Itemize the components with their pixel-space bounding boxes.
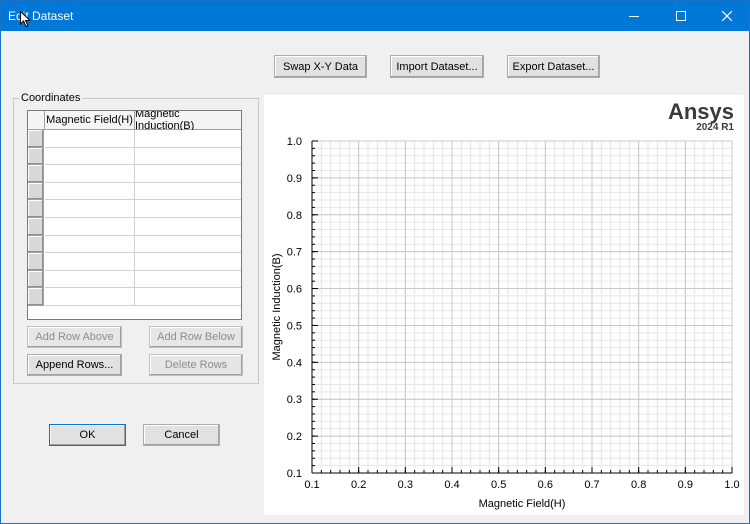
swap-xy-data-label: Swap X-Y Data <box>282 60 358 73</box>
y-axis-label: Magnetic Induction(B) <box>271 254 283 361</box>
y-tick-label: 0.4 <box>287 357 302 369</box>
window-title: Edit Dataset <box>8 9 74 23</box>
x-axis-label: Magnetic Field(H) <box>479 498 566 510</box>
close-icon <box>722 11 732 21</box>
delete-rows-button[interactable]: Delete Rows <box>149 354 243 376</box>
column-header-magnetic-induction[interactable]: Magnetic Induction(B) <box>135 111 241 132</box>
chart-panel: Ansys 2024 R1 0.1 0.2 0.3 0.4 0.5 0.6 0.7 0.8 0.… <box>264 95 744 515</box>
table-corner[interactable] <box>28 111 45 130</box>
y-tick-label: 1.0 <box>287 136 302 148</box>
cancel-button[interactable]: Cancel <box>143 424 220 446</box>
x-tick-label: 0.5 <box>491 479 506 491</box>
magnetic-induction-cell[interactable] <box>135 253 241 271</box>
magnetic-field-cell[interactable] <box>45 200 135 218</box>
magnetic-induction-cell[interactable] <box>135 235 241 254</box>
import-dataset-label: Import Dataset... <box>396 60 478 73</box>
x-tick-label: 0.8 <box>631 479 646 491</box>
y-tick-label: 0.8 <box>287 210 302 222</box>
x-tick-label: 0.6 <box>538 479 553 491</box>
delete-rows-label: Delete Rows <box>164 359 228 371</box>
y-tick-label: 0.7 <box>287 247 302 259</box>
magnetic-field-cell[interactable] <box>45 147 135 166</box>
swap-xy-data-button[interactable]: Swap X-Y Data <box>274 55 367 78</box>
coordinates-group-label: Coordinates <box>19 92 83 104</box>
column-header-magnetic-field[interactable]: Magnetic Field(H) <box>45 111 135 130</box>
ok-label: OK <box>79 429 96 441</box>
magnetic-induction-cell[interactable] <box>135 165 241 183</box>
magnetic-field-cell[interactable] <box>45 130 135 148</box>
row-header[interactable] <box>28 130 44 148</box>
maximize-icon <box>676 11 686 21</box>
logo-name: Ansys <box>667 99 734 124</box>
magnetic-induction-cell[interactable] <box>135 270 241 289</box>
y-tick-label: 0.1 <box>287 468 302 480</box>
magnetic-field-cell[interactable] <box>45 218 135 236</box>
minimize-icon <box>629 16 639 17</box>
magnetic-induction-cell[interactable] <box>135 182 241 201</box>
mouse-cursor-icon <box>20 11 31 27</box>
x-tick-label: 0.4 <box>444 479 459 491</box>
import-dataset-button[interactable]: Import Dataset... <box>390 55 484 78</box>
x-tick-label: 0.7 <box>584 479 599 491</box>
magnetic-induction-cell[interactable] <box>135 218 241 236</box>
magnetic-field-cell[interactable] <box>45 182 135 201</box>
coordinates-table[interactable]: Magnetic Field(H) Magnetic Induction(B) <box>27 110 242 320</box>
y-tick-label: 0.9 <box>287 173 302 185</box>
y-tick-label: 0.2 <box>287 431 302 443</box>
x-tick-label: 0.3 <box>398 479 413 491</box>
x-tick-label: 0.1 <box>304 479 319 491</box>
export-dataset-button[interactable]: Export Dataset... <box>507 55 600 78</box>
row-header[interactable] <box>28 182 44 201</box>
y-tick-label: 0.6 <box>287 284 302 296</box>
export-dataset-label: Export Dataset... <box>512 60 595 73</box>
y-tick-label: 0.3 <box>287 394 302 406</box>
y-tick-label: 0.5 <box>287 320 302 332</box>
add-row-below-label: Add Row Below <box>157 331 235 343</box>
row-header[interactable] <box>28 218 44 236</box>
magnetic-induction-cell[interactable] <box>135 288 241 306</box>
append-rows-label: Append Rows... <box>35 359 114 371</box>
maximize-button[interactable] <box>658 1 704 31</box>
magnetic-field-cell[interactable] <box>45 288 135 306</box>
add-row-above-button[interactable]: Add Row Above <box>27 326 122 348</box>
magnetic-field-cell[interactable] <box>45 235 135 254</box>
ok-button[interactable]: OK <box>49 424 126 446</box>
row-header[interactable] <box>28 253 44 271</box>
cancel-label: Cancel <box>164 429 199 441</box>
close-button[interactable] <box>704 1 750 31</box>
row-header[interactable] <box>28 270 44 289</box>
row-header[interactable] <box>28 288 44 306</box>
bh-curve-chart[interactable]: 0.1 0.2 0.3 0.4 0.5 0.6 0.7 0.8 0.9 1.0 0.1 0.2 0.3 0… <box>264 95 744 515</box>
minimize-button[interactable] <box>611 1 657 31</box>
logo-version: 2024 R1 <box>696 122 734 133</box>
row-header[interactable] <box>28 235 44 254</box>
row-header[interactable] <box>28 200 44 218</box>
x-tick-label: 1.0 <box>724 479 739 491</box>
title-bar[interactable]: Edit Dataset <box>1 1 749 31</box>
x-tick-label: 0.2 <box>351 479 366 491</box>
magnetic-induction-cell[interactable] <box>135 200 241 218</box>
magnetic-field-cell[interactable] <box>45 270 135 289</box>
add-row-below-button[interactable]: Add Row Below <box>149 326 243 348</box>
x-tick-label: 0.9 <box>678 479 693 491</box>
append-rows-button[interactable]: Append Rows... <box>27 354 122 376</box>
ansys-logo: Ansys 2024 R1 <box>668 101 734 133</box>
magnetic-field-cell[interactable] <box>45 253 135 271</box>
add-row-above-label: Add Row Above <box>35 331 114 343</box>
edit-dataset-dialog: Edit Dataset Swap X-Y Data Import Datase… <box>0 0 750 524</box>
magnetic-induction-cell[interactable] <box>135 147 241 166</box>
magnetic-induction-cell[interactable] <box>135 130 241 148</box>
row-header[interactable] <box>28 147 44 166</box>
row-header[interactable] <box>28 165 44 183</box>
magnetic-field-cell[interactable] <box>45 165 135 183</box>
